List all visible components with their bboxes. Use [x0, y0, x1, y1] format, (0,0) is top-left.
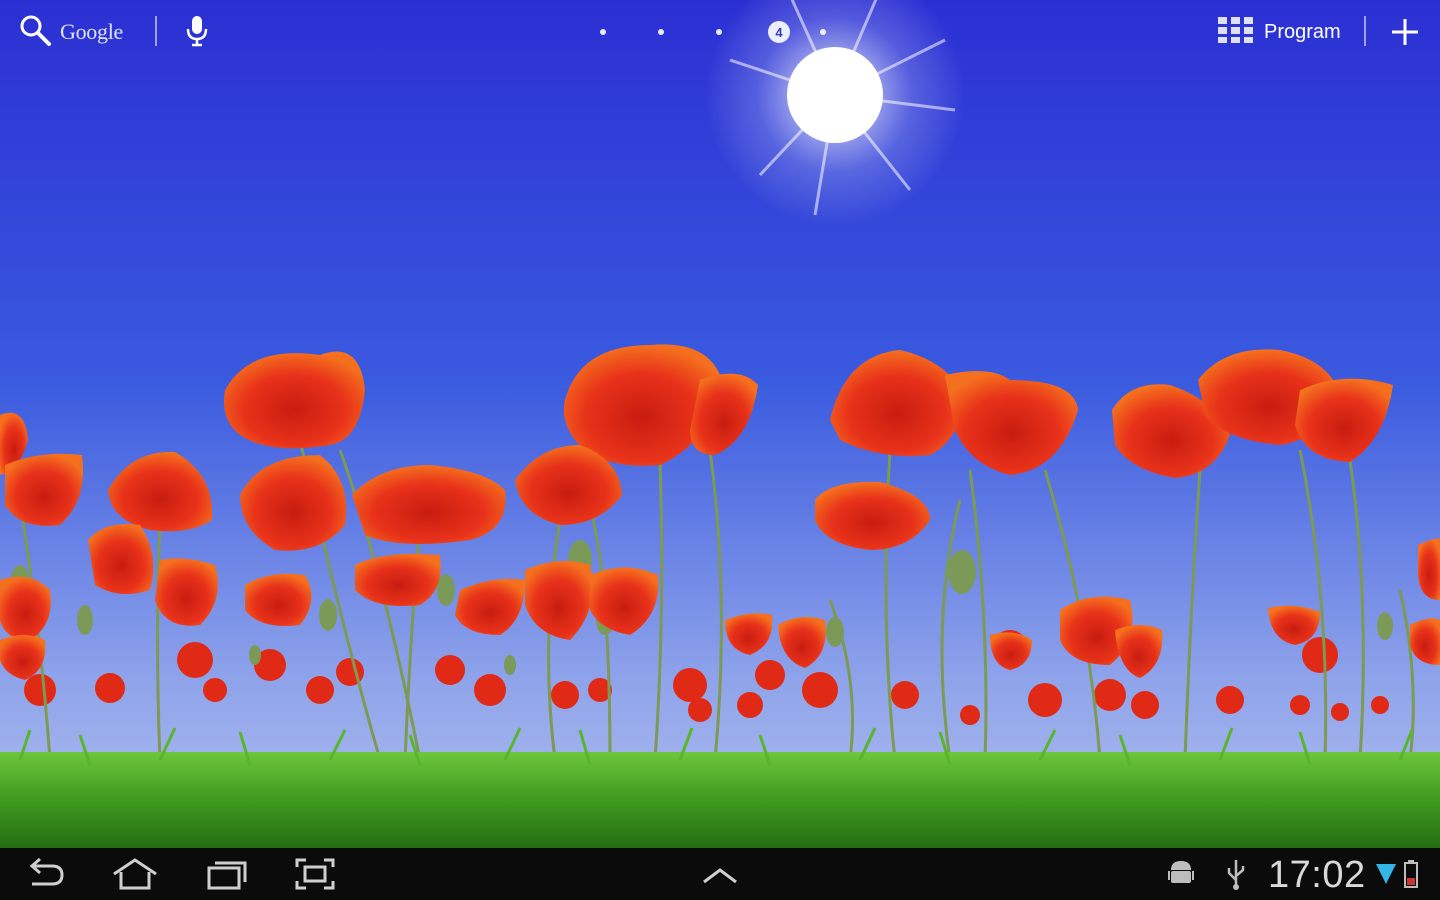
wifi-icon[interactable] [1376, 862, 1396, 891]
search-label: Google [60, 19, 123, 44]
screen-dot[interactable] [820, 29, 826, 35]
screenshot-icon [294, 858, 336, 896]
search-icon [18, 13, 52, 52]
home-screen-indicator: 4 [590, 18, 852, 46]
divider [155, 16, 157, 46]
expand-button[interactable] [700, 856, 740, 892]
app-grid-icon [1218, 16, 1254, 48]
voice-search-button[interactable] [183, 14, 211, 48]
recent-apps-button[interactable] [205, 856, 249, 892]
battery-icon[interactable] [1404, 860, 1418, 893]
divider [1364, 16, 1366, 46]
add-to-home-button[interactable] [1388, 14, 1422, 50]
recent-apps-icon [205, 861, 249, 896]
home-button[interactable] [110, 856, 160, 892]
back-button[interactable] [24, 856, 68, 892]
system-bar: 17:02 [0, 848, 1440, 900]
usb-icon[interactable] [1226, 858, 1246, 895]
screen-dot[interactable] [716, 29, 722, 35]
wallpaper [0, 0, 1440, 848]
android-icon[interactable] [1168, 858, 1194, 893]
top-bar: Google 4 Program [0, 0, 1440, 64]
google-search-button[interactable]: Google [18, 14, 123, 50]
microphone-icon [183, 16, 211, 52]
home-icon [110, 858, 160, 896]
back-icon [24, 857, 68, 896]
screen-dot[interactable] [658, 29, 664, 35]
clock[interactable]: 17:02 [1268, 854, 1366, 897]
grass [0, 752, 1440, 848]
current-screen-indicator[interactable]: 4 [768, 21, 790, 43]
chevron-up-icon [700, 868, 740, 896]
screenshot-button[interactable] [294, 856, 336, 892]
apps-label: Program [1264, 20, 1341, 43]
plus-icon [1388, 19, 1422, 54]
screen-dot[interactable] [600, 29, 606, 35]
apps-button[interactable]: Program [1218, 16, 1341, 48]
